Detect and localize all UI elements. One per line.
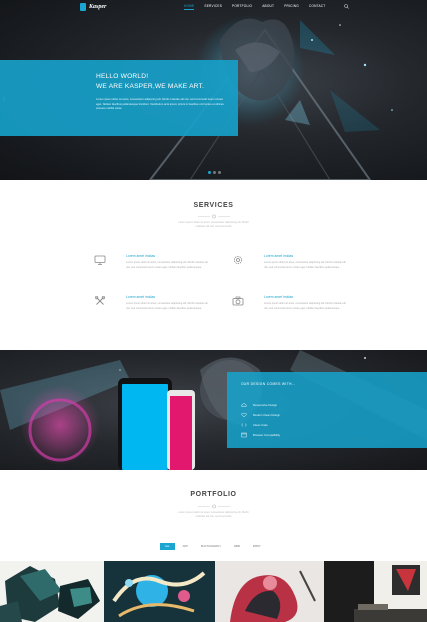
services-title: SERVICES — [193, 202, 234, 209]
feature-item: Responsive Design — [241, 400, 280, 410]
hero-section: Kasper HOME SERVICES PORTFOLIO ABOUT PRI… — [0, 0, 427, 180]
slider-dot[interactable] — [218, 171, 221, 174]
features-list: Responsive Design Modern Clean Design Cl… — [241, 400, 280, 440]
service-title: Lorem amet irnidas — [126, 254, 156, 258]
nav-item-home[interactable]: HOME — [184, 4, 195, 10]
features-section: OUR DESIGN COMES WITH... Responsive Desi… — [0, 350, 427, 470]
feature-label: Responsive Design — [253, 403, 278, 407]
top-navigation: Kasper HOME SERVICES PORTFOLIO ABOUT PRI… — [0, 0, 427, 14]
nav-item-contact[interactable]: CONTACT — [309, 4, 326, 10]
service-title: Lorem amet irnidas — [264, 254, 294, 258]
service-text: Lorem ipsum dolor sit amet, consectetur … — [126, 302, 208, 310]
service-text: Lorem ipsum dolor sit amet, consectetur … — [126, 261, 208, 269]
portfolio-item-painting[interactable] — [215, 561, 324, 622]
hero-text: Lorem ipsum dolor sit amet, consectetur … — [96, 98, 224, 111]
camera-icon — [232, 296, 244, 306]
logo-icon — [80, 3, 86, 11]
tools-icon — [94, 295, 106, 305]
hero-title: HELLO WORLD! WE ARE KASPER,WE MAKE ART. — [96, 72, 204, 92]
nav-item-about[interactable]: ABOUT — [262, 4, 274, 10]
filter-all[interactable]: ALL — [160, 543, 175, 550]
gear-icon — [234, 256, 242, 264]
phone-mockup-blue — [118, 378, 172, 470]
service-title: Lorem amet irnidas — [126, 295, 156, 299]
search-icon[interactable] — [344, 4, 349, 9]
logo[interactable]: Kasper — [80, 3, 106, 11]
feature-item: Clean Code — [241, 420, 280, 430]
phone-screen — [122, 384, 168, 470]
services-section: SERVICES Lorem ipsum dolor sit amet, con… — [0, 180, 427, 350]
section-divider — [198, 214, 230, 219]
cloud-icon — [241, 403, 247, 407]
section-divider — [198, 504, 230, 509]
nav-item-portfolio[interactable]: PORTFOLIO — [232, 4, 252, 10]
portfolio-subtitle: Lorem ipsum dolor sit amet, consectetur … — [0, 511, 427, 520]
slider-dot[interactable] — [208, 171, 211, 174]
feature-label: Modern Clean Design — [253, 413, 281, 417]
phone-screen — [170, 396, 192, 470]
portfolio-section: PORTFOLIO Lorem ipsum dolor sit amet, co… — [0, 470, 427, 622]
hero-title-line2: WE ARE KASPER,WE MAKE ART. — [96, 83, 205, 90]
phone-mockup-pink — [167, 390, 195, 470]
service-title: Lorem amet irnidas — [264, 295, 294, 299]
filter-web[interactable]: WEB — [229, 543, 245, 550]
feature-item: Modern Clean Design — [241, 410, 280, 420]
main-menu: HOME SERVICES PORTFOLIO ABOUT PRICING CO… — [184, 4, 325, 10]
hero-title-line1: HELLO WORLD! — [96, 73, 149, 80]
filter-app[interactable]: APP — [178, 543, 193, 550]
nav-item-services[interactable]: SERVICES — [204, 4, 222, 10]
filter-photography[interactable]: PHOTOGRAPHY — [196, 543, 226, 550]
portfolio-grid — [0, 561, 427, 622]
services-subtitle-line2: molestie elit nisi, sed commodo — [195, 225, 232, 229]
features-title: OUR DESIGN COMES WITH... — [241, 382, 296, 386]
feature-item: Browser Compatibility — [241, 430, 280, 440]
browser-icon — [241, 432, 247, 438]
nav-item-pricing[interactable]: PRICING — [284, 4, 299, 10]
services-subtitle: Lorem ipsum dolor sit amet, consectetur … — [0, 221, 427, 230]
features-box: OUR DESIGN COMES WITH... Responsive Desi… — [227, 372, 427, 448]
feature-label: Clean Code — [253, 423, 268, 427]
portfolio-title: PORTFOLIO — [190, 491, 237, 498]
filter-print[interactable]: PRINT — [248, 543, 266, 550]
portfolio-subtitle-line2: molestie elit nisi, sed commodo — [195, 515, 232, 519]
code-icon — [241, 423, 247, 427]
feature-label: Browser Compatibility — [253, 433, 281, 437]
portfolio-filters: ALL APP PHOTOGRAPHY WEB PRINT — [160, 543, 266, 550]
hero-banner: HELLO WORLD! WE ARE KASPER,WE MAKE ART. … — [0, 60, 238, 136]
slider-dot[interactable] — [213, 171, 216, 174]
service-text: Lorem ipsum dolor sit amet, consectetur … — [264, 302, 346, 310]
slider-dots — [208, 171, 221, 174]
logo-text: Kasper — [89, 4, 107, 10]
portfolio-item-interior[interactable] — [324, 561, 427, 622]
service-text: Lorem ipsum dolor sit amet, consectetur … — [264, 261, 346, 269]
monitor-icon — [94, 255, 106, 265]
portfolio-item-crystals[interactable] — [0, 561, 104, 622]
heart-icon — [241, 412, 247, 418]
portfolio-item-abstract[interactable] — [104, 561, 215, 622]
